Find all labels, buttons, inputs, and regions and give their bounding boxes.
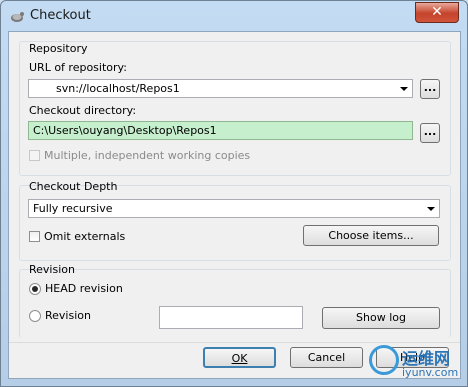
chevron-down-icon[interactable] [427,207,435,211]
omit-externals-checkbox[interactable] [29,231,40,242]
ok-button[interactable]: OK [203,347,276,368]
window-title: Checkout [30,8,91,23]
omit-externals-label: Omit externals [44,230,126,243]
url-value: svn://localhost/Repos1 [56,82,180,95]
revision-label: Revision [45,309,91,322]
dir-browse-button[interactable]: ... [420,123,440,143]
url-label: URL of repository: [29,61,127,74]
revision-group-label: Revision [29,263,75,276]
show-log-button[interactable]: Show log [322,307,440,329]
choose-items-button[interactable]: Choose items... [303,225,439,246]
checkout-dialog: Checkout ✕ Repository URL of repository:… [0,0,468,387]
revision-input[interactable] [159,306,303,329]
dialog-client-area: Repository URL of repository: svn://loca… [8,31,461,379]
site-watermark: 运维网 iyunv.com [369,339,465,385]
depth-combobox[interactable]: Fully recursive [28,199,440,218]
revision-radio[interactable] [29,310,41,322]
checkout-dir-label: Checkout directory: [29,104,137,117]
chevron-down-icon[interactable] [400,87,408,91]
radio-selected-dot [32,286,38,292]
checkout-dir-input[interactable]: C:\Users\ouyang\Desktop\Repos1 [28,121,413,140]
depth-value: Fully recursive [33,202,113,215]
watermark-logo-icon [369,345,399,375]
cancel-button[interactable]: Cancel [290,347,363,368]
multiple-working-copies-checkbox[interactable] [29,150,40,161]
head-revision-radio[interactable] [29,283,41,295]
url-combobox[interactable]: svn://localhost/Repos1 [28,79,413,98]
repository-group-label: Repository [29,42,88,55]
tortoisesvn-icon [11,12,24,22]
multiple-working-copies-label: Multiple, independent working copies [44,149,251,162]
watermark-url: iyunv.com [402,366,459,379]
head-revision-label: HEAD revision [45,282,123,295]
checkout-depth-group [19,185,451,261]
checkout-depth-group-label: Checkout Depth [29,180,118,193]
checkout-dir-value: C:\Users\ouyang\Desktop\Repos1 [33,124,217,137]
title-bar[interactable]: Checkout ✕ [1,1,467,31]
url-browse-button[interactable]: ... [420,79,440,99]
close-button[interactable]: ✕ [415,2,459,23]
